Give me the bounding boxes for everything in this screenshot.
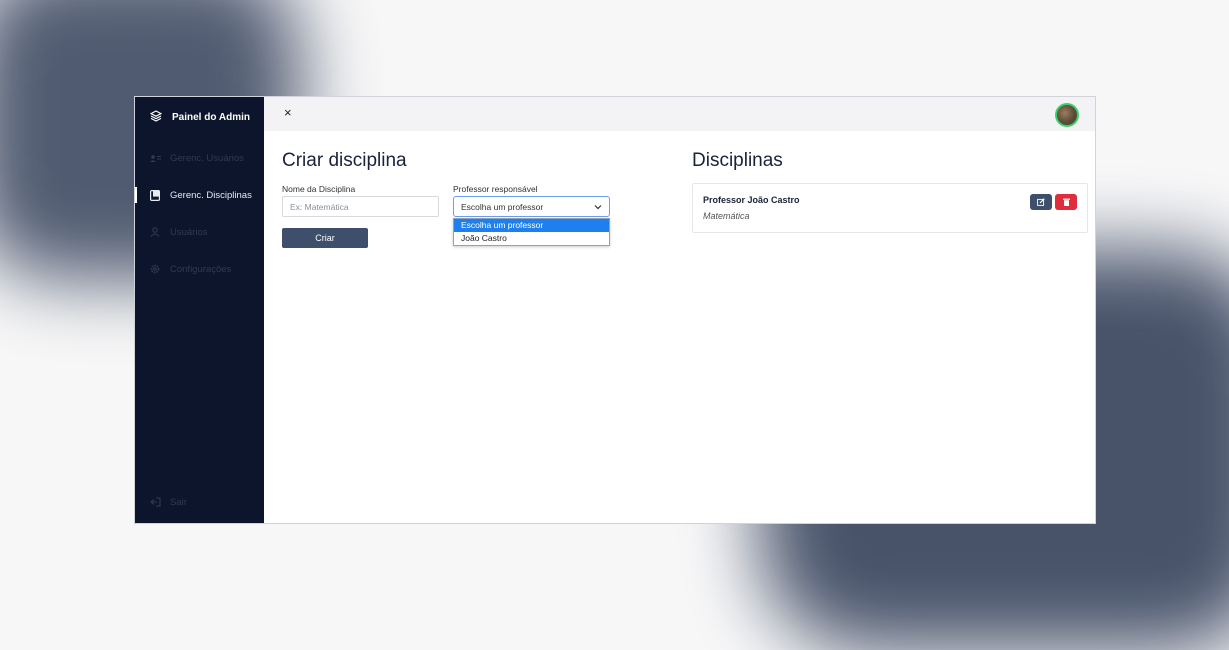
sidebar: Painel do Admin Gerenc. Usuários Gerenc.… bbox=[135, 97, 264, 523]
card-subject: Matemática bbox=[703, 211, 750, 221]
sidebar-brand[interactable]: Painel do Admin bbox=[149, 110, 250, 125]
name-label: Nome da Disciplina bbox=[282, 184, 356, 194]
sidebar-item-label: Usuários bbox=[170, 226, 208, 238]
teacher-label: Professor responsável bbox=[453, 184, 538, 194]
create-button[interactable]: Criar bbox=[282, 228, 368, 248]
gear-icon bbox=[150, 264, 170, 274]
sidebar-item-configuracoes[interactable]: Configurações bbox=[135, 259, 264, 279]
sidebar-item-label: Gerenc. Disciplinas bbox=[170, 189, 252, 201]
form-title: Criar disciplina bbox=[282, 150, 407, 171]
user-icon bbox=[150, 227, 170, 237]
discipline-card: Professor João Castro Matemática bbox=[692, 183, 1088, 233]
dropdown-option[interactable]: João Castro bbox=[454, 232, 609, 245]
brand-title: Painel do Admin bbox=[172, 112, 250, 123]
sidebar-item-gerenc-usuarios[interactable]: Gerenc. Usuários bbox=[135, 148, 264, 168]
app-window: Painel do Admin Gerenc. Usuários Gerenc.… bbox=[134, 96, 1096, 524]
logout-icon bbox=[150, 497, 170, 507]
sidebar-item-gerenc-disciplinas[interactable]: Gerenc. Disciplinas bbox=[135, 185, 264, 205]
main-content: × Criar disciplina Nome da Disciplina Ex… bbox=[264, 97, 1095, 523]
card-teacher: Professor João Castro bbox=[703, 195, 800, 205]
logout-button[interactable]: Sair bbox=[135, 492, 264, 512]
teacher-select[interactable]: Escolha um professor bbox=[453, 196, 610, 217]
avatar[interactable] bbox=[1055, 103, 1079, 127]
trash-icon bbox=[1062, 193, 1070, 211]
book-icon bbox=[150, 189, 170, 201]
discipline-name-input[interactable]: Ex: Matemática bbox=[282, 196, 439, 217]
teacher-select-value: Escolha um professor bbox=[461, 201, 544, 212]
sidebar-item-label: Gerenc. Usuários bbox=[170, 152, 244, 164]
sidebar-item-usuarios[interactable]: Usuários bbox=[135, 222, 264, 242]
layers-icon bbox=[149, 110, 172, 125]
edit-icon bbox=[1037, 193, 1045, 211]
chevron-down-icon bbox=[594, 202, 602, 212]
dropdown-option[interactable]: Escolha um professor bbox=[454, 219, 609, 232]
top-bar: × bbox=[264, 97, 1095, 131]
edit-button[interactable] bbox=[1030, 194, 1052, 210]
teacher-dropdown: Escolha um professor João Castro bbox=[453, 218, 610, 246]
close-icon[interactable]: × bbox=[284, 106, 292, 120]
users-list-icon bbox=[150, 154, 170, 163]
disciplines-title: Disciplinas bbox=[692, 150, 783, 171]
sidebar-item-label: Configurações bbox=[170, 263, 232, 275]
logout-label: Sair bbox=[170, 496, 187, 508]
delete-button[interactable] bbox=[1055, 194, 1077, 210]
